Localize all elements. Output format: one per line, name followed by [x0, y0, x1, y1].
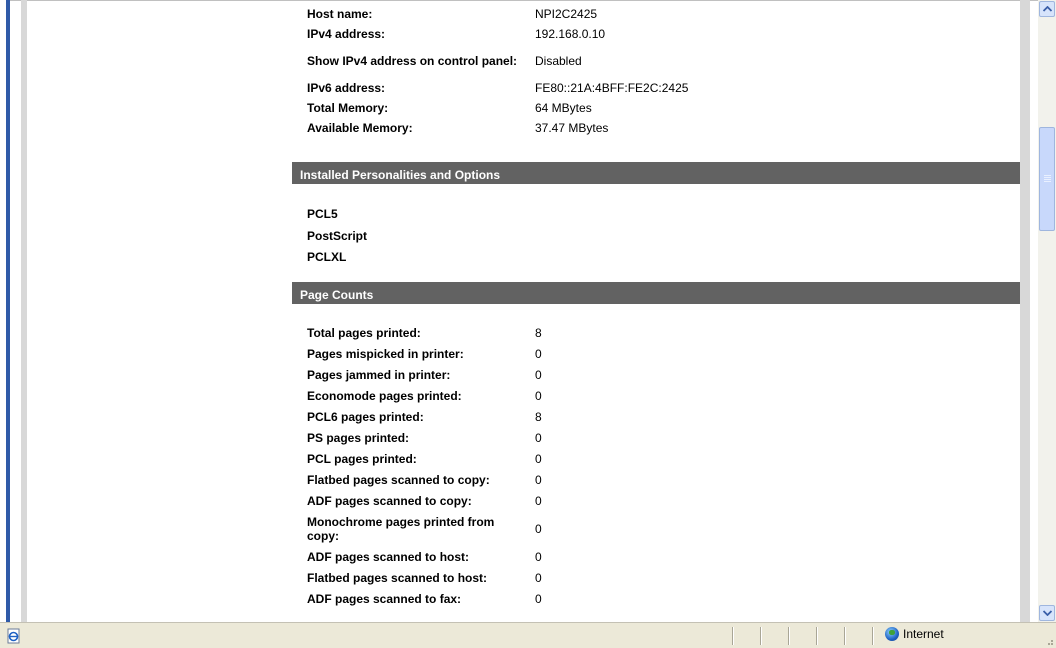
table-row: Available Memory: 37.47 MBytes [292, 118, 1020, 138]
row-label: IPv6 address: [307, 81, 386, 95]
table-row: Host name: NPI2C2425 [292, 4, 1020, 24]
row-label: Total Memory: [307, 101, 389, 115]
row-label: ADF pages scanned to copy: [307, 493, 472, 508]
table-row: PS pages printed: 0 [292, 427, 1020, 448]
row-label: ADF pages scanned to host: [307, 549, 470, 564]
scroll-up-button[interactable] [1039, 1, 1055, 17]
status-divider [760, 627, 762, 645]
table-row: Economode pages printed: 0 [292, 385, 1020, 406]
row-label: PCL pages printed: [307, 451, 417, 466]
status-divider [844, 627, 846, 645]
row-value: 0 [535, 521, 542, 536]
thumb-grip-line [1044, 179, 1051, 180]
row-label: Show IPv4 address on control panel: [307, 53, 518, 68]
table-row: ADF pages scanned to host: 0 [292, 546, 1020, 567]
browser-viewport: Host name: NPI2C2425 IPv4 address: 192.1… [0, 0, 1038, 622]
row-value: 0 [535, 472, 542, 487]
chevron-down-icon [1042, 610, 1052, 616]
list-item: PCL5 [307, 207, 338, 221]
ie-page-icon [7, 628, 20, 644]
section-header-page-counts: Page Counts [292, 282, 1020, 308]
table-row: Pages mispicked in printer: 0 [292, 343, 1020, 364]
status-bar: Internet [0, 622, 1056, 648]
status-divider [788, 627, 790, 645]
row-value: 0 [535, 493, 542, 508]
row-value: 0 [535, 451, 542, 466]
table-row: PCL6 pages printed: 8 [292, 406, 1020, 427]
row-label: ADF pages scanned to fax: [307, 591, 462, 606]
thumb-grip-line [1044, 181, 1051, 182]
left-frame-accent [6, 0, 10, 622]
status-divider [732, 627, 734, 645]
row-value: 8 [535, 325, 542, 340]
globe-icon [885, 627, 899, 641]
row-label: Pages mispicked in printer: [307, 346, 464, 361]
vertical-scrollbar[interactable] [1038, 0, 1056, 622]
row-label: Economode pages printed: [307, 388, 462, 403]
row-value: 0 [535, 388, 542, 403]
row-value: 64 MBytes [535, 101, 592, 115]
section-header-personalities: Installed Personalities and Options [292, 162, 1020, 188]
table-row: Flatbed pages scanned to copy: 0 [292, 469, 1020, 490]
row-label: PCL6 pages printed: [307, 409, 424, 424]
row-label: Flatbed pages scanned to copy: [307, 472, 490, 487]
table-row: Monochrome pages printed from copy: 0 [292, 511, 1020, 546]
thumb-grip-line [1044, 175, 1051, 176]
row-label: Pages jammed in printer: [307, 367, 451, 382]
row-value: Disabled [535, 53, 582, 68]
row-label: Available Memory: [307, 121, 413, 135]
left-gutter [21, 0, 27, 622]
scroll-down-button[interactable] [1039, 605, 1055, 621]
row-value: 8 [535, 409, 542, 424]
list-item: PCLXL [307, 250, 347, 264]
left-frame [0, 0, 10, 622]
status-divider [816, 627, 818, 645]
right-gutter [1020, 0, 1030, 622]
page-counts-table: Total pages printed: 8 Pages mispicked i… [292, 322, 1020, 609]
row-value: 0 [535, 570, 542, 585]
list-item: PostScript [307, 229, 368, 243]
table-row: PCL pages printed: 0 [292, 448, 1020, 469]
section-header-text: Installed Personalities and Options [300, 168, 501, 182]
row-label: Monochrome pages printed from copy: [307, 514, 495, 543]
zone-label: Internet [903, 627, 944, 641]
row-value: 192.168.0.10 [535, 26, 606, 41]
row-value: 37.47 MBytes [535, 121, 609, 135]
thumb-grip-line [1044, 177, 1051, 178]
section-header-text: Page Counts [300, 288, 374, 302]
row-value: 0 [535, 591, 542, 606]
table-row: Flatbed pages scanned to host: 0 [292, 567, 1020, 588]
config-page-content: Host name: NPI2C2425 IPv4 address: 192.1… [292, 0, 1020, 622]
table-row: IPv6 address: FE80::21A:4BFF:FE2C:2425 [292, 78, 1020, 98]
table-row: Pages jammed in printer: 0 [292, 364, 1020, 385]
status-divider [872, 627, 874, 645]
row-value: 0 [535, 430, 542, 445]
row-value: 0 [535, 549, 542, 564]
table-row: Total Memory: 64 MBytes [292, 98, 1020, 118]
table-row: Show IPv4 address on control panel: Disa… [292, 43, 1020, 78]
row-value: 0 [535, 346, 542, 361]
row-label: Total pages printed: [307, 325, 421, 340]
chevron-up-icon [1042, 6, 1052, 12]
table-row: Total pages printed: 8 [292, 322, 1020, 343]
row-value: NPI2C2425 [535, 7, 598, 21]
scroll-thumb[interactable] [1039, 127, 1055, 231]
row-label: PS pages printed: [307, 430, 410, 445]
table-row: ADF pages scanned to fax: 0 [292, 588, 1020, 609]
row-value: FE80::21A:4BFF:FE2C:2425 [535, 81, 689, 95]
row-value: 0 [535, 367, 542, 382]
resize-grip-icon[interactable] [1044, 636, 1054, 646]
row-label: IPv4 address: [307, 26, 386, 41]
table-row: IPv4 address: 192.168.0.10 [292, 24, 1020, 43]
table-row: ADF pages scanned to copy: 0 [292, 490, 1020, 511]
system-info-table: Host name: NPI2C2425 IPv4 address: 192.1… [292, 4, 1020, 138]
security-zone[interactable]: Internet [885, 627, 944, 641]
row-label: Host name: [307, 7, 373, 21]
row-label: Flatbed pages scanned to host: [307, 570, 488, 585]
